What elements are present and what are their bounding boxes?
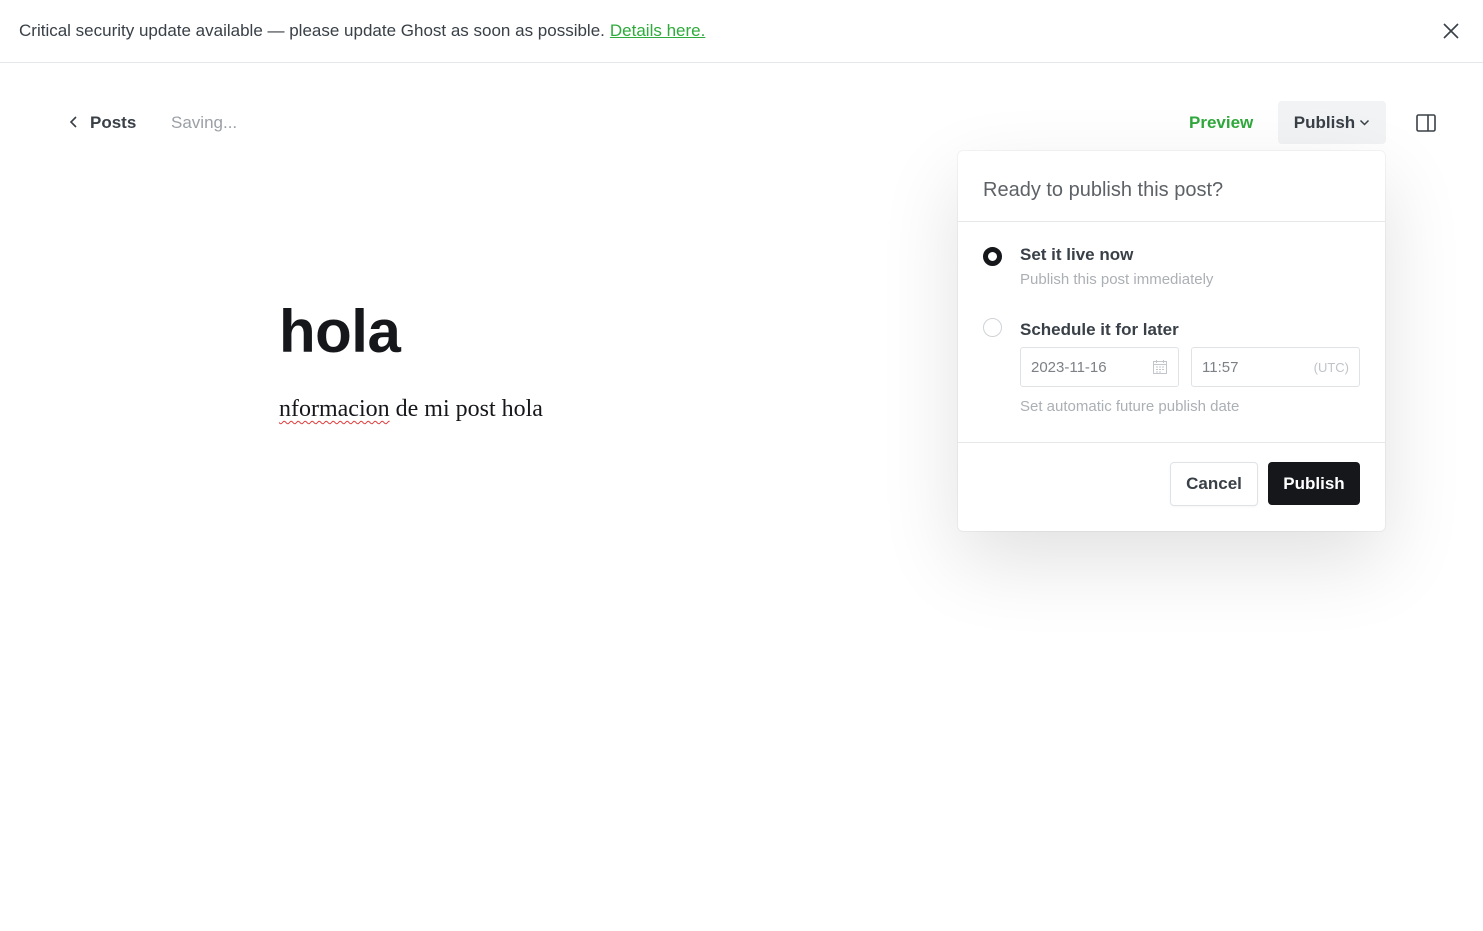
option-description: Set automatic future publish date [1020,398,1240,415]
option-description: Publish this post immediately [1020,271,1214,288]
publish-menu-trigger[interactable]: Publish [1278,101,1386,144]
schedule-date-input[interactable]: 2023-11-16 [1020,347,1179,387]
save-status: Saving... [171,113,238,132]
schedule-time-input[interactable]: 11:57 (UTC) [1191,347,1360,387]
cancel-button[interactable]: Cancel [1170,462,1258,506]
back-to-posts-link[interactable]: Posts [68,110,136,136]
misspelled-word: nformacion [279,396,390,422]
option-title: Set it live now [1020,245,1134,264]
back-label: Posts [90,113,137,132]
post-body-text: de mi post hola [389,396,543,422]
publish-button[interactable]: Publish [1268,462,1360,505]
publish-menu-footer: Cancel Publish [958,442,1385,531]
timezone-label: (UTC) [1313,359,1349,375]
chevron-left-icon [68,113,80,133]
banner-message: Critical security update available — ple… [19,21,605,40]
banner-details-link[interactable]: Details here. [610,21,705,41]
post-title[interactable]: hola [279,297,401,366]
close-icon[interactable] [1441,21,1461,41]
publish-menu: Ready to publish this post? Set it live … [958,151,1385,531]
schedule-date-value: 2023-11-16 [1031,358,1107,376]
publish-trigger-label: Publish [1293,112,1356,132]
post-body[interactable]: nformacion de mi post hola [279,396,543,423]
radio-publish-now[interactable] [983,247,1002,266]
calendar-icon[interactable] [1152,359,1168,375]
radio-schedule-later[interactable] [983,318,1002,337]
publish-menu-heading: Ready to publish this post? [958,151,1385,222]
option-title: Schedule it for later [1020,320,1179,339]
chevron-down-icon [1359,113,1370,133]
schedule-time-value: 11:57 [1202,358,1239,376]
security-update-banner: Critical security update available — ple… [0,0,1483,63]
sidebar-toggle-icon[interactable] [1415,112,1437,134]
preview-button[interactable]: Preview [1176,101,1266,144]
